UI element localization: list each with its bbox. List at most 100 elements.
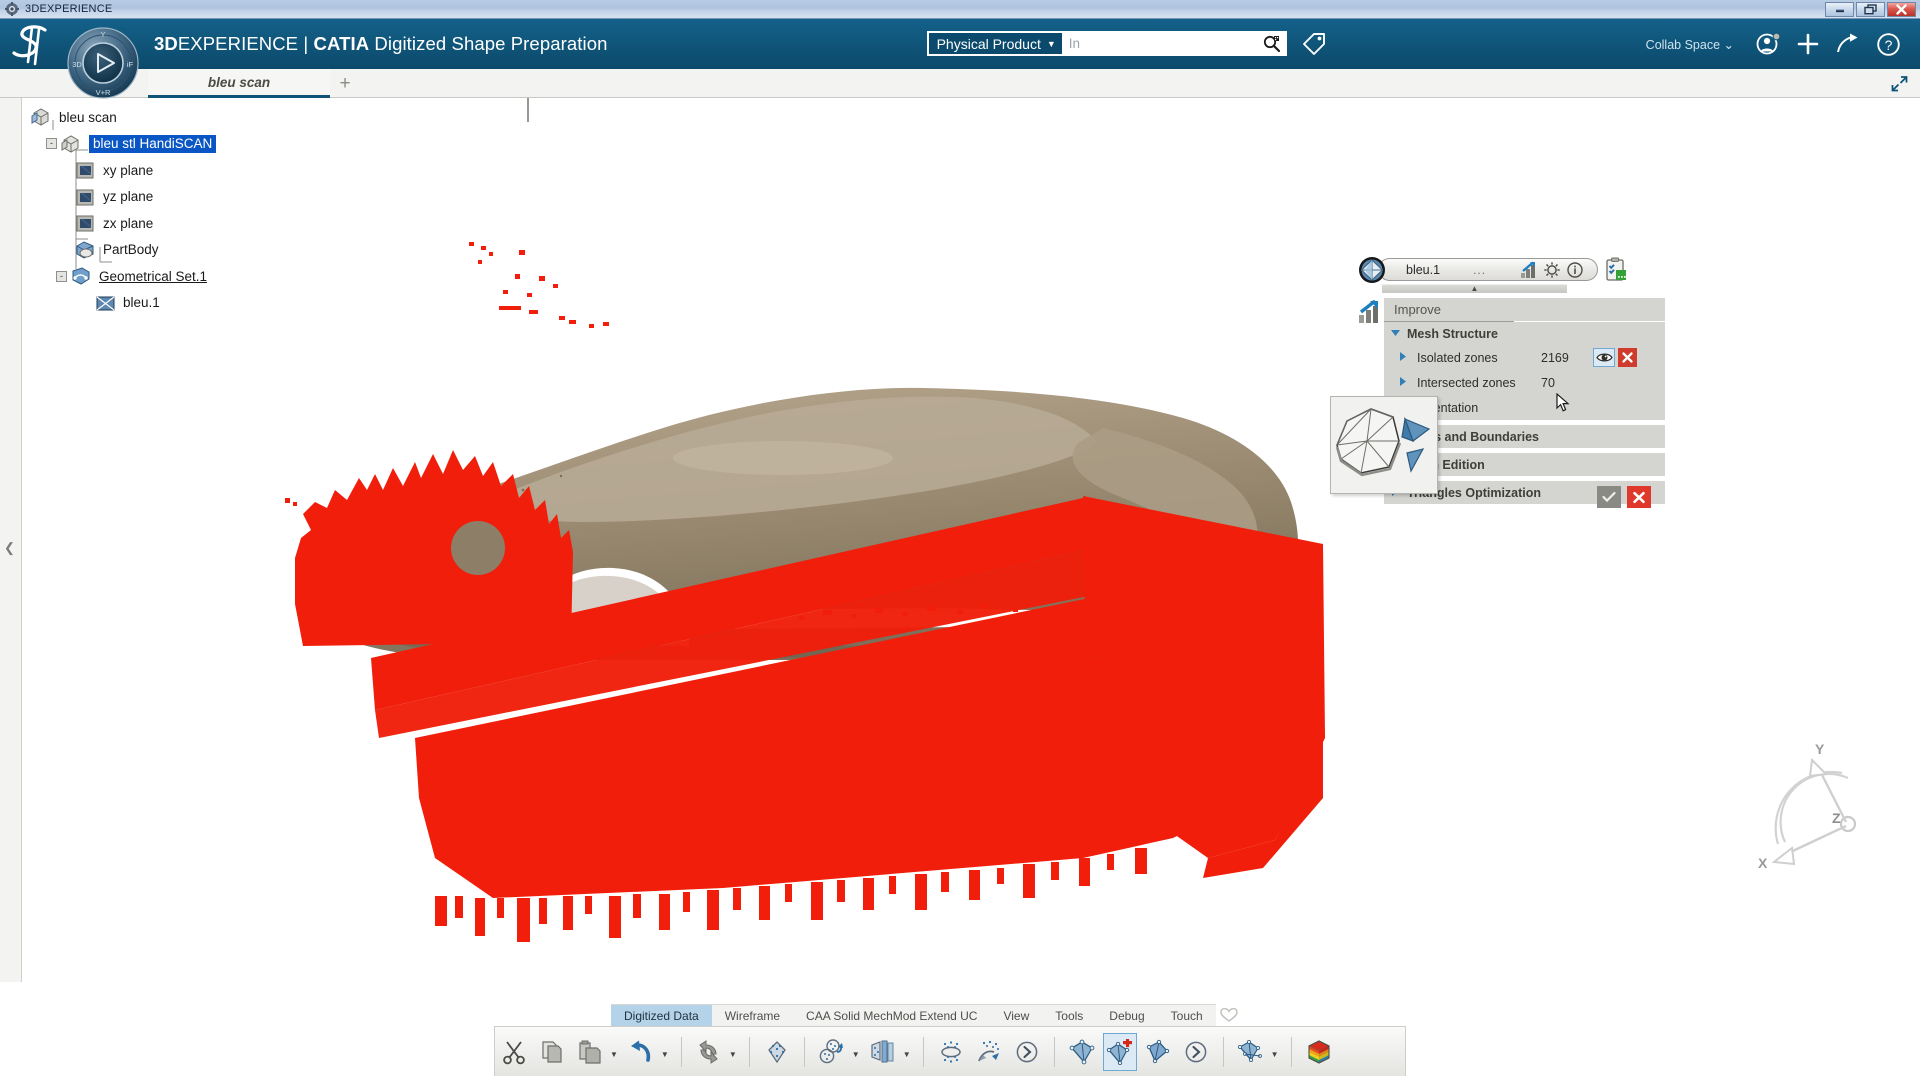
tree-node-yz-plane[interactable]: yz plane	[22, 184, 442, 211]
title-catia: CATIA	[314, 33, 370, 54]
mesh-improve-icon[interactable]	[1103, 1033, 1137, 1071]
title-experience: EXPERIENCE |	[178, 33, 314, 54]
dialog-collapse-bar[interactable]: ▲	[1382, 284, 1567, 293]
restore-button[interactable]	[1856, 2, 1885, 17]
search-icon[interactable]	[1259, 34, 1285, 53]
mirror-cloud-icon[interactable]	[866, 1033, 900, 1071]
chevron-down-icon-paste[interactable]: ▼	[610, 1050, 618, 1059]
heart-outline-icon[interactable]	[1216, 1004, 1242, 1026]
tree-node-bleu-scan[interactable]: bleu scan	[22, 104, 442, 131]
paste-icon[interactable]	[573, 1033, 607, 1071]
mesh-analysis-icon[interactable]	[1234, 1033, 1268, 1071]
activate-cloud-icon[interactable]	[972, 1033, 1006, 1071]
chevron-down-icon-collab: ⌄	[1724, 38, 1734, 52]
tag-icon[interactable]	[1301, 31, 1327, 57]
tree-node-zx-plane[interactable]: zx plane	[22, 210, 442, 237]
mesh-group-1	[1063, 1030, 1215, 1074]
tree-node-xy-plane[interactable]: xy plane	[22, 157, 442, 184]
3ds-logo[interactable]	[8, 21, 62, 67]
tree-node-geometrical-set[interactable]: - Geometrical Set.1	[22, 263, 442, 290]
copy-icon[interactable]	[535, 1033, 569, 1071]
chevron-down-icon-update[interactable]: ▼	[729, 1050, 737, 1059]
tree-node-bleu-1[interactable]: bleu.1	[22, 290, 442, 317]
collapse-caret-icon: ▲	[1471, 285, 1479, 293]
tab-digitized-data[interactable]: Digitized Data	[611, 1004, 712, 1026]
tree-node-label: Geometrical Set.1	[99, 269, 207, 284]
row-intersected-zones[interactable]: Intersected zones 70	[1384, 370, 1665, 395]
navigation-axis-compass[interactable]: Y Z X	[1752, 744, 1882, 874]
tab-caa-solid-mechmod-extend-uc[interactable]: CAA Solid MechMod Extend UC	[793, 1004, 990, 1026]
user-account-icon[interactable]	[1748, 28, 1788, 60]
delete-isolated-zones-button[interactable]	[1618, 348, 1637, 367]
toolbar-separator	[804, 1037, 805, 1067]
specification-tree: bleu scan - bleu stl HandiSCAN xy plane	[22, 104, 442, 316]
tab-wireframe[interactable]: Wireframe	[712, 1004, 793, 1026]
filter-cloud-icon[interactable]	[934, 1033, 968, 1071]
ok-button[interactable]	[1597, 486, 1621, 508]
chevron-down-icon: ▼	[1047, 39, 1056, 49]
close-button[interactable]	[1887, 2, 1916, 17]
chevron-down-icon-analysis[interactable]: ▼	[1271, 1050, 1279, 1059]
mesh-offset-icon[interactable]	[1141, 1033, 1175, 1071]
global-search-bar[interactable]: Physical Product ▼ In	[927, 31, 1287, 56]
checklist-clipboard-icon[interactable]	[1604, 257, 1628, 282]
tab-label: Digitized Data	[624, 1009, 699, 1023]
tab-label: CAA Solid MechMod Extend UC	[806, 1009, 977, 1023]
os-title-bar: 3DEXPERIENCE	[0, 0, 1920, 19]
update-icon[interactable]	[692, 1033, 726, 1071]
chevron-down-icon-align[interactable]: ▼	[852, 1050, 860, 1059]
info-icon[interactable]	[1564, 259, 1585, 280]
toolbar-separator	[923, 1037, 924, 1067]
cancel-button[interactable]	[1627, 486, 1651, 508]
tab-tools[interactable]: Tools	[1042, 1004, 1096, 1026]
toolbar-separator	[681, 1037, 682, 1067]
chevron-down-icon-mirror[interactable]: ▼	[903, 1050, 911, 1059]
improve-icon[interactable]	[1518, 259, 1539, 280]
clipboard-group: ▼ ▼	[495, 1030, 673, 1074]
tree-collapse-handle[interactable]: ❮	[4, 540, 15, 556]
align-clouds-icon[interactable]	[815, 1033, 849, 1071]
cloud-group-3	[932, 1030, 1046, 1074]
tab-bleu-scan[interactable]: bleu scan	[148, 69, 330, 98]
collab-space-selector[interactable]: Collab Space ⌄	[1646, 37, 1734, 52]
toolbar-separator	[749, 1037, 750, 1067]
geometrical-set-icon	[70, 266, 92, 286]
triangle-right-icon[interactable]	[1398, 349, 1411, 367]
mesh-create-icon[interactable]	[1065, 1033, 1099, 1071]
color-cube-icon[interactable]	[1302, 1033, 1336, 1071]
partbody-icon	[74, 240, 96, 260]
section-mesh-structure-header[interactable]: Mesh Structure	[1384, 322, 1665, 345]
share-icon[interactable]	[1828, 28, 1868, 60]
more-arrow-icon[interactable]	[1010, 1033, 1044, 1071]
tree-node-label: bleu scan	[59, 110, 117, 125]
tree-expander[interactable]: -	[56, 271, 67, 282]
expand-diagonal-icon[interactable]	[1888, 72, 1910, 94]
tree-node-partbody[interactable]: PartBody	[22, 237, 442, 264]
mesh-icon	[94, 293, 116, 313]
minimize-button[interactable]	[1825, 2, 1854, 17]
mesh-cloud-icon[interactable]	[760, 1033, 794, 1071]
gear-icon[interactable]	[1541, 259, 1562, 280]
search-scope-selector[interactable]: Physical Product ▼	[929, 33, 1062, 54]
cut-icon[interactable]	[497, 1033, 531, 1071]
add-icon[interactable]	[1788, 28, 1828, 60]
help-icon[interactable]: ?	[1868, 28, 1908, 60]
triangle-right-icon[interactable]	[1398, 374, 1411, 392]
tab-label: Wireframe	[725, 1009, 780, 1023]
add-tab-button[interactable]: +	[330, 71, 360, 96]
visibility-eye-icon[interactable]	[1593, 348, 1615, 367]
tree-expander[interactable]: -	[46, 138, 57, 149]
search-input[interactable]: In	[1062, 36, 1259, 51]
row-isolated-zones[interactable]: Isolated zones 2169	[1384, 345, 1665, 370]
tree-node-bleu-stl-handiscan[interactable]: - bleu stl HandiSCAN	[22, 131, 442, 158]
product-icon	[30, 107, 52, 127]
undo-icon[interactable]	[624, 1033, 658, 1071]
tab-debug[interactable]: Debug	[1096, 1004, 1157, 1026]
svg-text:V+R: V+R	[96, 88, 111, 97]
more-arrow-icon-2[interactable]	[1179, 1033, 1213, 1071]
dialog-title-pill[interactable]: bleu.1 ...	[1378, 258, 1598, 281]
tab-view[interactable]: View	[990, 1004, 1042, 1026]
chevron-down-icon-undo[interactable]: ▼	[661, 1050, 669, 1059]
3dexperience-compass[interactable]: Y 3D iF V+R	[62, 22, 144, 104]
tab-touch[interactable]: Touch	[1158, 1004, 1216, 1026]
